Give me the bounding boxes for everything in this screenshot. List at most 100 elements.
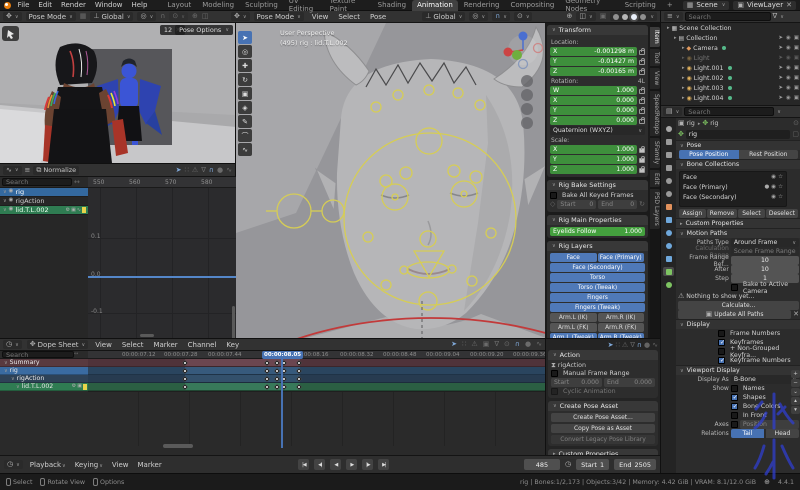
workspace-tab[interactable]: Sculpting [240,0,283,11]
motion-paths-header[interactable]: ∨Motion Paths [676,228,800,238]
manual-frame-range-checkbox[interactable] [551,370,558,377]
properties-tab[interactable] [663,228,674,237]
dope-sheet-body[interactable]: ↔ 00:00:07.1200:00:07.2800:00:07.4400:00… [0,351,545,456]
dope-key-row[interactable] [88,359,545,367]
timeline-editor-dropdown[interactable]: ◷∨ [4,460,23,469]
display-checkbox[interactable] [718,330,725,337]
fcurve-modifier-icon[interactable]: ∿ [536,341,542,348]
gizmo-icon[interactable]: ⊕ [192,13,198,20]
playhead[interactable] [281,359,283,448]
selectable-icon[interactable]: ➤ [778,85,783,91]
render-visibility-icon[interactable]: ▣ [794,35,799,41]
properties-display-dropdown[interactable]: ▤∨ [663,107,682,116]
graph-hscrollbar[interactable] [140,334,154,337]
frame-range-before-field[interactable]: 10 [731,256,799,265]
selectable-icon[interactable]: ➤ [778,95,783,101]
selectable-icon[interactable]: ➤ [778,75,783,81]
keying-menu[interactable]: Keying∨ [73,461,105,469]
snap-dropdown-icon[interactable]: ∩ [637,342,642,349]
xray-toggle-icon[interactable]: ▣ [600,13,607,20]
update-all-paths-button[interactable]: ▣Update All Paths [678,310,791,319]
workspace-tab[interactable]: Modeling [197,0,239,11]
n-panel-tab[interactable]: PSD Layers [650,189,660,229]
lock-closed-icon[interactable] [639,148,645,153]
properties-tab[interactable] [663,163,674,172]
snap-dropdown-icon[interactable]: ∩ [515,341,520,348]
properties-tab[interactable] [663,137,674,146]
render-visibility-icon[interactable]: ▣ [794,95,799,101]
marker-menu[interactable]: Marker [136,461,164,469]
show-in-front-checkbox[interactable] [731,412,738,419]
filter-dropdown[interactable]: ∇ [201,167,206,174]
location-field[interactable]: Y-0.01427 m [550,57,637,66]
properties-tab[interactable] [663,189,674,198]
dope-key-row[interactable] [88,383,545,391]
location-field[interactable]: Z-0.00165 m [550,67,637,76]
visibility-eye-icon[interactable]: ◉ [771,174,776,180]
properties-tab[interactable] [663,202,674,211]
show-names-checkbox[interactable] [731,385,738,392]
pose-breakdowner-tool[interactable]: ∿ [238,143,252,156]
lock-open-icon[interactable] [639,99,645,104]
playback-menu[interactable]: Playback∨ [28,461,68,469]
rig-layer-button[interactable]: Torso (Tweak) [550,283,645,292]
workspace-tab[interactable]: Compositing [506,0,560,11]
bone-collection-action-button[interactable]: Remove [707,209,737,218]
rig-layer-button[interactable]: Face [550,253,597,262]
dope-menu[interactable]: Key [224,341,241,349]
topbar-menu[interactable]: Help [129,1,149,9]
dope-mode-dropdown[interactable]: ✥Dope Sheet∨ [27,340,88,349]
create-pose-asset-button[interactable]: Create Pose Asset... [551,413,655,422]
next-keyframe-button[interactable]: |▶ [362,459,373,470]
viewport-menu[interactable]: Pose [368,13,388,21]
only-selected-filter-icon[interactable]: ➤ [451,341,457,348]
workspace-tab[interactable]: UV Editing [284,0,324,11]
rig-layer-button[interactable]: Face (Secondary) [550,263,645,272]
graph-channel[interactable]: ∨ ◉ rigAction ⚙ ▣ ∿ [0,197,88,206]
dope-channel[interactable]: ∨ lid.T.L.002 ⚙ ▣ [0,383,88,391]
topbar-menu[interactable]: Edit [36,1,54,9]
lock-open-icon[interactable] [639,60,645,65]
frame-start-field[interactable]: Start1 [576,459,609,470]
workspace-tab[interactable]: Texture Paint [325,0,372,11]
filter-dropdown[interactable]: ∇ [630,342,635,349]
snap-magnet-icon[interactable]: ∩ [160,13,165,20]
bone-collections-header[interactable]: ∨Bone Collections [676,159,800,169]
selectable-icon[interactable]: ➤ [778,65,783,71]
copy-pose-as-asset-button[interactable]: Copy Pose as Asset [551,424,655,433]
close-icon[interactable]: ✕ [786,2,792,9]
scale-field[interactable]: Z1.000 [550,165,637,174]
bone-collection-row[interactable]: Face ● ◉ ☆ [680,172,786,182]
selectable-icon[interactable]: ➤ [778,55,783,61]
dope-menu[interactable]: Select [120,341,146,349]
outliner-row[interactable]: ▸ Light.002 ➤ ◉ ▣ [661,73,800,83]
render-visibility-icon[interactable]: ▣ [794,65,799,71]
render-visibility-icon[interactable]: ▣ [794,85,799,91]
copy-icon[interactable]: ● [644,342,650,349]
show-shapes-checkbox[interactable] [731,394,738,401]
solid-shading-icon[interactable] [622,14,628,20]
workspace-tab[interactable]: Geometry Nodes [560,0,618,11]
transform-tool[interactable]: ◈ [238,101,252,114]
rotate-tool[interactable]: ↻ [238,73,252,86]
filter-dropdown[interactable]: ∇ [494,341,499,348]
only-selected-filter-icon[interactable]: ➤ [176,167,182,174]
solo-star-icon[interactable]: ☆ [778,174,783,180]
graph-editor-type-dropdown[interactable]: ∿∨ [3,166,22,175]
rotation-field[interactable]: W1.000 [550,86,637,95]
visibility-eye-icon[interactable]: ◉ [771,184,776,190]
specials-menu-button[interactable]: ⌄ [791,388,800,396]
show-gizmo-icon[interactable]: ⊕ [567,13,573,20]
move-up-button[interactable]: ▴ [791,397,800,405]
fcurve-line[interactable] [88,276,236,278]
rotation-field[interactable]: Z0.000 [550,116,637,125]
rig-layer-button[interactable]: Arm.L (FK) [550,323,597,332]
add-collection-button[interactable]: + [791,370,800,378]
jump-to-end-button[interactable]: ▶| [378,459,389,470]
material-preview-icon[interactable] [631,14,637,20]
bone-collection-action-button[interactable]: Assign [679,209,706,218]
proportional-edit-dropdown[interactable]: ⊙∨ [169,12,188,21]
bone-collection-action-button[interactable]: Select [738,209,765,218]
graph-channel[interactable]: ∨ ◉ rig ⚙ ▣ ∿ [0,188,88,197]
properties-options-icon[interactable]: ∨ [777,109,781,115]
